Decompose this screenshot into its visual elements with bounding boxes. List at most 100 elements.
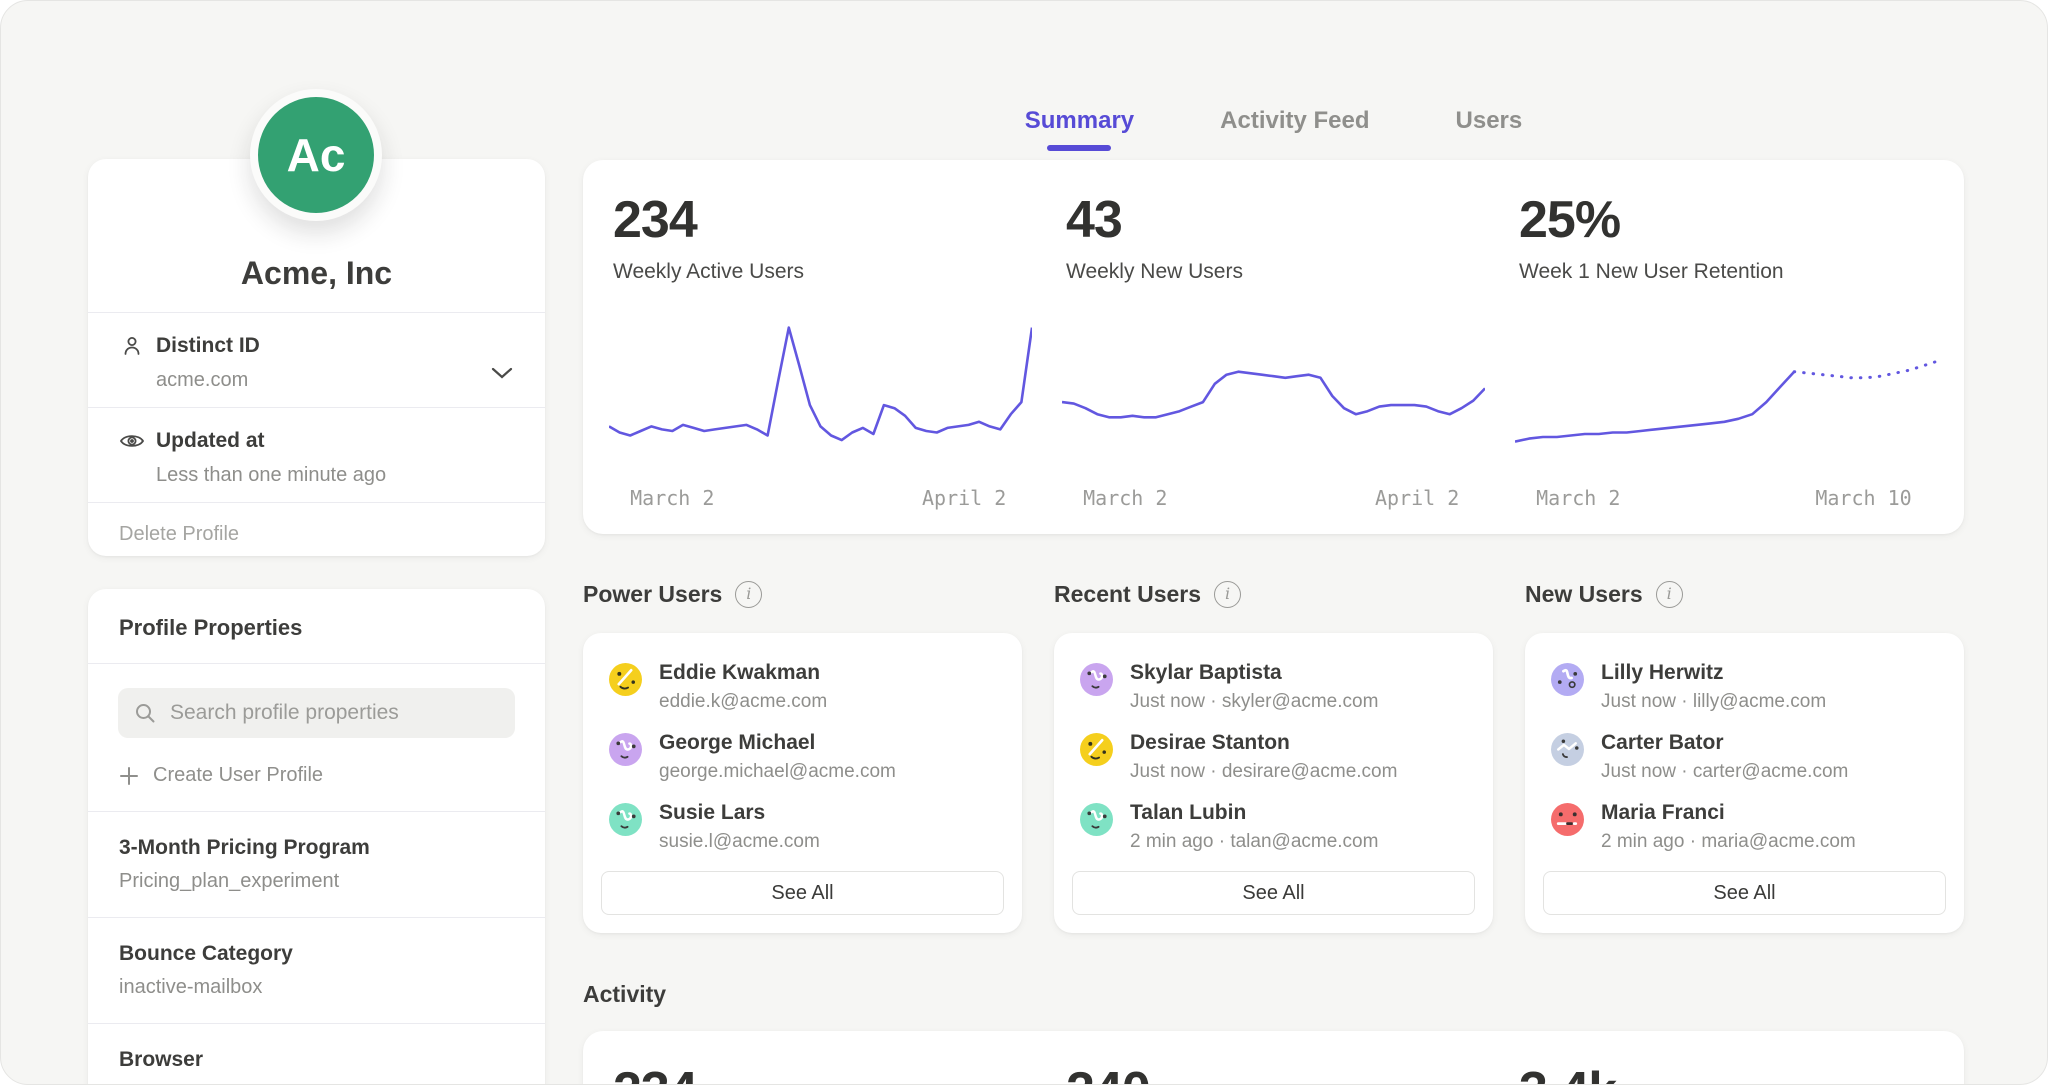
list-item[interactable]: Maria Franci 2 min ago · maria@acme.com (1551, 801, 1940, 853)
profile-properties-card: Profile Properties Create User Profile 3… (88, 589, 545, 1085)
tab-activity-feed[interactable]: Activity Feed (1220, 107, 1369, 151)
property-row: Bounce Category inactive-mailbox (88, 917, 545, 1023)
power-users-card: Eddie Kwakman eddie.k@acme.com George Mi… (583, 633, 1022, 933)
chart-x-axis: March 2 April 2 (609, 484, 1032, 516)
activity-stat: 3.4k (1515, 1061, 1938, 1085)
stat-value: 234 (609, 190, 1032, 250)
section-title: Recent Users (1054, 581, 1201, 608)
app-frame: Ac Acme, Inc Distinct ID acme.com (0, 0, 2048, 1085)
x-tick: April 2 (922, 486, 1006, 510)
new-users-card: Lilly Herwitz Just now · lilly@acme.com … (1525, 633, 1964, 933)
field-value: acme.com (156, 369, 517, 392)
field-label: Updated at (156, 429, 265, 453)
stat-label: Weekly New Users (1062, 260, 1485, 284)
plus-icon (119, 766, 139, 786)
user-name: Desirae Stanton (1130, 731, 1397, 755)
person-icon (119, 333, 145, 359)
user-meta: susie.l@acme.com (659, 831, 820, 853)
list-item[interactable]: Carter Bator Just now · carter@acme.com (1551, 731, 1940, 783)
user-name: Skylar Baptista (1130, 661, 1378, 685)
user-meta: george.michael@acme.com (659, 761, 896, 783)
user-meta: 2 min ago · maria@acme.com (1601, 831, 1856, 853)
property-label: Bounce Category (119, 942, 515, 966)
avatar (1080, 803, 1113, 836)
user-meta: Just now · lilly@acme.com (1601, 691, 1826, 713)
stat-label: Week 1 New User Retention (1515, 260, 1938, 284)
tab-summary[interactable]: Summary (1025, 107, 1134, 151)
tab-bar: Summary Activity Feed Users (583, 107, 1964, 151)
user-meta: Just now · desirare@acme.com (1130, 761, 1397, 783)
list-item[interactable]: Susie Lars susie.l@acme.com (609, 801, 998, 853)
power-users-header: Power Users i (583, 581, 1022, 608)
stat-weekly-new-users: 43 Weekly New Users March 2 April 2 (1062, 190, 1485, 516)
user-name: Susie Lars (659, 801, 820, 825)
info-icon[interactable]: i (1214, 581, 1241, 608)
user-name: Carter Bator (1601, 731, 1848, 755)
search-icon (134, 702, 156, 724)
property-value: Pricing_plan_experiment (119, 870, 515, 893)
search-input[interactable] (168, 700, 499, 726)
user-cards: Eddie Kwakman eddie.k@acme.com George Mi… (583, 633, 1964, 933)
main-content: Summary Activity Feed Users 234 Weekly A… (583, 1, 1964, 1085)
avatar (609, 733, 642, 766)
avatar (1551, 733, 1584, 766)
recent-users-header: Recent Users i (1054, 581, 1493, 608)
list-item[interactable]: George Michael george.michael@acme.com (609, 731, 998, 783)
see-all-button[interactable]: See All (601, 871, 1004, 915)
property-value: inactive-mailbox (119, 976, 515, 999)
info-icon[interactable]: i (735, 581, 762, 608)
stat-week1-retention: 25% Week 1 New User Retention March 2 Ma… (1515, 190, 1938, 516)
chart-x-axis: March 2 March 10 (1515, 484, 1938, 516)
field-value: Less than one minute ago (156, 464, 517, 487)
weekly-new-users-chart (1062, 312, 1485, 480)
info-icon[interactable]: i (1656, 581, 1683, 608)
list-item[interactable]: Lilly Herwitz Just now · lilly@acme.com (1551, 661, 1940, 713)
profile-properties-search[interactable] (118, 688, 515, 738)
delete-profile-button[interactable]: Delete Profile (88, 503, 545, 566)
weekly-active-users-chart (609, 312, 1032, 480)
profile-sidebar: Ac Acme, Inc Distinct ID acme.com (88, 1, 545, 1085)
user-name: Talan Lubin (1130, 801, 1378, 825)
chart-x-axis: March 2 April 2 (1062, 484, 1485, 516)
avatar (1551, 663, 1584, 696)
see-all-button[interactable]: See All (1072, 871, 1475, 915)
create-user-profile-label: Create User Profile (153, 764, 323, 787)
user-meta: Just now · skyler@acme.com (1130, 691, 1378, 713)
user-section-headers: Power Users i Recent Users i New Users i (583, 581, 1964, 608)
field-label: Distinct ID (156, 334, 260, 358)
eye-icon (119, 428, 145, 454)
chevron-down-icon[interactable] (489, 365, 515, 386)
list-item[interactable]: Talan Lubin 2 min ago · talan@acme.com (1080, 801, 1469, 853)
x-tick: March 2 (1083, 486, 1167, 510)
stat-label: Weekly Active Users (609, 260, 1032, 284)
section-title: New Users (1525, 581, 1643, 608)
list-item[interactable]: Eddie Kwakman eddie.k@acme.com (609, 661, 998, 713)
user-name: George Michael (659, 731, 896, 755)
activity-card: 234 240 3.4k (583, 1031, 1964, 1085)
recent-users-card: Skylar Baptista Just now · skyler@acme.c… (1054, 633, 1493, 933)
avatar (1551, 803, 1584, 836)
section-title: Power Users (583, 581, 722, 608)
summary-stats-card: 234 Weekly Active Users March 2 April 2 … (583, 160, 1964, 534)
user-meta: 2 min ago · talan@acme.com (1130, 831, 1378, 853)
distinct-id-row: Distinct ID acme.com (88, 313, 545, 407)
stat-weekly-active-users: 234 Weekly Active Users March 2 April 2 (609, 190, 1032, 516)
list-item[interactable]: Desirae Stanton Just now · desirare@acme… (1080, 731, 1469, 783)
new-users-header: New Users i (1525, 581, 1964, 608)
x-tick: April 2 (1375, 486, 1459, 510)
avatar (1080, 663, 1113, 696)
profile-properties-title: Profile Properties (88, 589, 545, 663)
org-avatar: Ac (250, 89, 382, 221)
user-name: Eddie Kwakman (659, 661, 827, 685)
activity-section-title: Activity (583, 981, 666, 1008)
activity-stat: 240 (1062, 1061, 1485, 1085)
user-name: Lilly Herwitz (1601, 661, 1826, 685)
list-item[interactable]: Skylar Baptista Just now · skyler@acme.c… (1080, 661, 1469, 713)
create-user-profile-button[interactable]: Create User Profile (119, 764, 515, 787)
see-all-button[interactable]: See All (1543, 871, 1946, 915)
updated-at-row: Updated at Less than one minute ago (88, 408, 545, 502)
tab-users[interactable]: Users (1456, 107, 1523, 151)
stat-value: 43 (1062, 190, 1485, 250)
user-meta: eddie.k@acme.com (659, 691, 827, 713)
property-row: 3-Month Pricing Program Pricing_plan_exp… (88, 811, 545, 917)
